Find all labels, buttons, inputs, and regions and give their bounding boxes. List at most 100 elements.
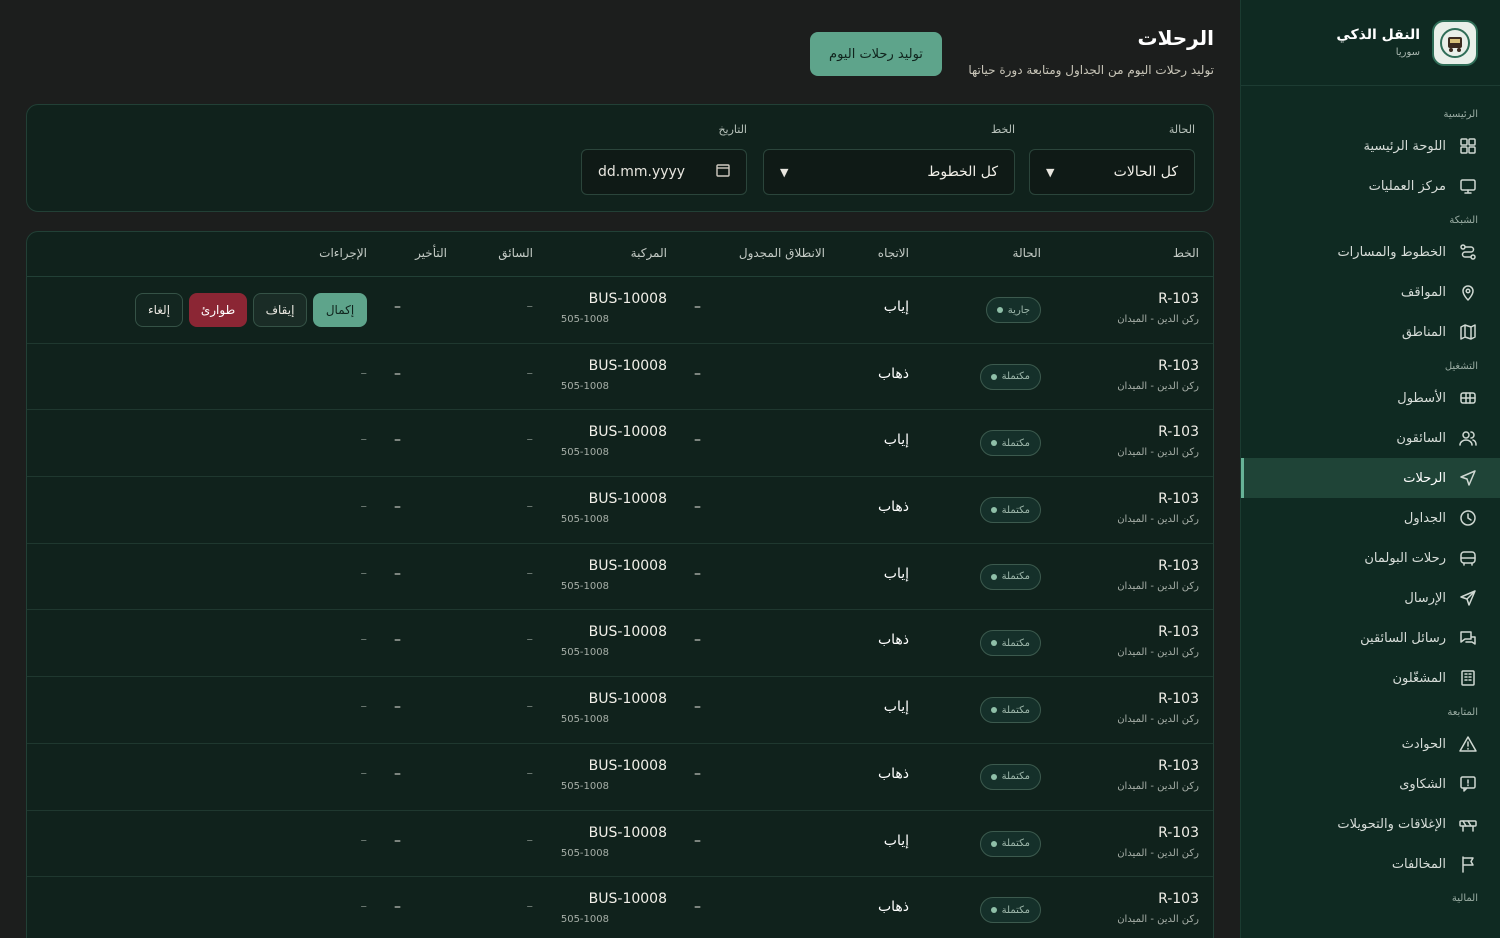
status-dot-icon — [990, 373, 997, 380]
direction: ذهاب — [877, 365, 909, 382]
table-row[interactable]: R-103 ركن الدين - الميدان جارية إياب – BUS-10… — [27, 277, 1213, 344]
status-badge: مكتملة — [979, 697, 1041, 724]
sidebar-item[interactable]: رسائل السائقين — [1241, 618, 1500, 658]
generate-trips-button[interactable]: توليد رحلات اليوم — [810, 32, 942, 76]
filters-panel: الحالة كل الحالات ▼ الخط كل الخطوط ▼ الت… — [26, 104, 1214, 212]
bus-icon — [1458, 388, 1478, 408]
sidebar-item[interactable]: رحلات البولمان — [1241, 538, 1500, 578]
sidebar-item[interactable]: السائقون — [1241, 418, 1500, 458]
line-filter-label: الخط — [991, 123, 1015, 136]
col-line: الخط — [1172, 246, 1199, 260]
sidebar-item-label: الإرسال — [1404, 590, 1446, 606]
status-filter-select[interactable]: كل الحالات ▼ — [1029, 149, 1195, 195]
table-row[interactable]: R-103 ركن الدين - الميدان مكتملة ذهاب – BUS-1… — [27, 477, 1213, 544]
line-code: R-103 — [1158, 757, 1199, 774]
navigation-icon — [1458, 468, 1478, 488]
actions-placeholder: – — [360, 832, 368, 848]
line-filter-select[interactable]: كل الخطوط ▼ — [763, 149, 1015, 195]
status-dot-icon — [990, 907, 997, 914]
complete-button[interactable]: إكمال — [313, 293, 367, 327]
pin-icon — [1458, 282, 1478, 302]
status-dot-icon — [990, 573, 997, 580]
sidebar-item[interactable]: اللوحة الرئيسية — [1241, 126, 1500, 166]
table-row[interactable]: R-103 ركن الدين - الميدان مكتملة إياب – BUS-1… — [27, 811, 1213, 878]
sidebar-item[interactable]: الرحلات — [1241, 458, 1500, 498]
table-row[interactable]: R-103 ركن الدين - الميدان مكتملة إياب – BUS-1… — [27, 410, 1213, 478]
vehicle-plate: 505-1008 — [560, 780, 609, 792]
emergency-button[interactable]: طوارئ — [189, 293, 247, 327]
sidebar-item-label: الحوادث — [1401, 736, 1446, 752]
actions-placeholder: – — [360, 365, 368, 381]
sidebar-item[interactable]: الخطوط والمسارات — [1241, 232, 1500, 272]
scheduled-departure: – — [694, 765, 701, 782]
sidebar-item-label: المناطق — [1401, 324, 1446, 340]
sidebar-item[interactable]: مركز العمليات — [1241, 166, 1500, 206]
vehicle-plate: 505-1008 — [560, 314, 609, 325]
table-row[interactable]: R-103 ركن الدين - الميدان مكتملة ذهاب – BUS-1… — [27, 877, 1213, 938]
actions-placeholder: – — [360, 699, 368, 715]
sidebar-item[interactable]: المواقف — [1241, 272, 1500, 312]
delay: – — [394, 365, 401, 382]
pause-button[interactable]: إيقاف — [253, 293, 307, 327]
status-dot-icon — [990, 440, 997, 447]
status-text: مكتملة — [1001, 571, 1030, 583]
table-row[interactable]: R-103 ركن الدين - الميدان مكتملة إياب – BUS-1… — [27, 677, 1213, 744]
status-text: مكتملة — [1001, 704, 1030, 716]
calendar-icon[interactable] — [716, 163, 730, 181]
status-badge: مكتملة — [979, 897, 1041, 924]
scheduled-departure: – — [694, 299, 701, 315]
status-badge: مكتملة — [979, 563, 1041, 590]
driver: – — [526, 565, 534, 581]
vehicle-code: BUS-10008 — [588, 891, 667, 908]
table-row[interactable]: R-103 ركن الدين - الميدان مكتملة ذهاب – BUS-1… — [27, 610, 1213, 678]
status-dot-icon — [990, 840, 997, 847]
status-dot-icon — [990, 773, 997, 780]
cancel-button[interactable]: إلغاء — [135, 293, 183, 327]
message-alert-icon — [1458, 774, 1478, 794]
sidebar-item[interactable]: الإغلاقات والتحويلات — [1241, 804, 1500, 844]
sidebar-item[interactable]: الحوادث — [1241, 724, 1500, 764]
nav-section-label: التشغيل — [1444, 361, 1478, 372]
driver: – — [526, 632, 534, 648]
sidebar-item[interactable]: الجداول — [1241, 498, 1500, 538]
chevron-down-icon: ▼ — [780, 165, 789, 179]
delay: – — [394, 499, 401, 516]
vehicle-code: BUS-10008 — [588, 291, 667, 307]
sidebar-item[interactable]: المناطق — [1241, 312, 1500, 352]
table-row[interactable]: R-103 ركن الدين - الميدان مكتملة ذهاب – BUS-1… — [27, 344, 1213, 411]
sidebar-item[interactable]: الشكاوى — [1241, 764, 1500, 804]
barrier-icon — [1458, 814, 1478, 834]
table-row[interactable]: R-103 ركن الدين - الميدان مكتملة ذهاب – BUS-1… — [27, 744, 1213, 811]
sidebar-item[interactable]: الأسطول — [1241, 378, 1500, 418]
line-name: ركن الدين - الميدان — [1117, 914, 1199, 926]
map-icon — [1458, 322, 1478, 342]
chat-icon — [1458, 628, 1478, 648]
status-filter-value: كل الحالات — [1113, 164, 1178, 180]
sidebar-item-label: رسائل السائقين — [1360, 630, 1446, 646]
vehicle-code: BUS-10008 — [588, 824, 667, 841]
grid-icon — [1458, 136, 1478, 156]
scheduled-departure: – — [694, 365, 701, 382]
nav-section-label: المالية — [1451, 893, 1478, 904]
sidebar-item[interactable]: الإرسال — [1241, 578, 1500, 618]
brand-title: النقل الذكي — [1336, 27, 1420, 43]
col-direction: الاتجاه — [877, 246, 909, 260]
brand[interactable]: النقل الذكي سوريا — [1241, 0, 1500, 86]
status-badge: مكتملة — [979, 630, 1041, 657]
main-content: الرحلات توليد رحلات اليوم من الجداول ومت… — [0, 0, 1240, 938]
sidebar-item-label: المخالفات — [1391, 856, 1446, 872]
col-driver: السائق — [498, 246, 533, 260]
vehicle-code: BUS-10008 — [588, 491, 667, 508]
driver: – — [526, 765, 534, 781]
status-text: مكتملة — [1001, 838, 1030, 849]
direction: إياب — [883, 565, 909, 582]
sidebar-item[interactable]: المخالفات — [1241, 844, 1500, 884]
sidebar-item[interactable]: المشغّلون — [1241, 658, 1500, 698]
vehicle-plate: 505-1008 — [560, 847, 609, 859]
driver: – — [526, 499, 534, 515]
direction: إياب — [883, 832, 909, 849]
date-filter-input[interactable]: dd.mm.yyyy — [581, 149, 747, 195]
direction: ذهاب — [877, 499, 909, 516]
vehicle-plate: 505-1008 — [560, 914, 609, 926]
table-row[interactable]: R-103 ركن الدين - الميدان مكتملة إياب – BUS-1… — [27, 544, 1213, 611]
